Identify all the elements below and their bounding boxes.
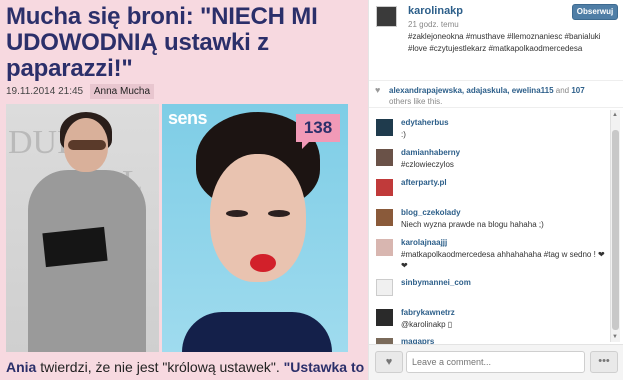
comment-user[interactable]: sinbymannei_com bbox=[401, 278, 471, 287]
avatar[interactable] bbox=[376, 6, 397, 27]
heart-icon: ♥ bbox=[385, 356, 393, 368]
comment-input[interactable] bbox=[406, 351, 585, 373]
screenshot: Mucha się broni: "NIECH MI UDOWODNIĄ ust… bbox=[0, 0, 623, 380]
comment-text: :) bbox=[401, 130, 406, 139]
more-icon: ••• bbox=[598, 355, 610, 367]
more-button[interactable]: ••• bbox=[590, 351, 618, 373]
post-caption: #zaklejoneokna #musthave #llemoznaniesc … bbox=[408, 32, 601, 53]
likers[interactable]: alexandrapajewska, adajaskula, ewelina11… bbox=[389, 86, 554, 95]
avatar[interactable] bbox=[376, 149, 393, 166]
comment-item: fabrykawnetrz @karolinakp ▯ bbox=[369, 308, 609, 339]
follow-button[interactable]: Obserwuj bbox=[572, 4, 618, 20]
likes-count[interactable]: 107 bbox=[571, 86, 584, 95]
lips-shape bbox=[250, 254, 276, 272]
avatar[interactable] bbox=[376, 119, 393, 136]
eye-shape bbox=[268, 210, 290, 217]
comments-scrollbar[interactable]: ▲ ▼ bbox=[610, 110, 620, 342]
likes-suffix: others like this. bbox=[389, 97, 443, 106]
comment-user[interactable]: fabrykawnetrz bbox=[401, 308, 455, 317]
comment-item: edytaherbus :) bbox=[369, 118, 609, 149]
clutch-bag-shape bbox=[42, 226, 108, 268]
avatar[interactable] bbox=[376, 279, 393, 296]
comment-text: @karolinakp ▯ bbox=[401, 320, 453, 329]
comment-count-badge[interactable]: 138 bbox=[296, 114, 340, 149]
comment-user[interactable]: karolajnaajjj bbox=[401, 238, 447, 247]
dress-shape bbox=[182, 312, 332, 352]
avatar[interactable] bbox=[376, 179, 393, 196]
post-header: karolinakp 21 godz. temu Obserwuj #zakle… bbox=[369, 0, 623, 80]
comment-item: damianhaberny #czlowieczylos bbox=[369, 148, 609, 179]
article-author-tag[interactable]: Anna Mucha bbox=[89, 84, 155, 99]
likes-bar: ♥ alexandrapajewska, adajaskula, ewelina… bbox=[369, 80, 623, 108]
like-button[interactable]: ♥ bbox=[375, 351, 403, 373]
teaser-bold-2: "Ustawka to bbox=[283, 359, 365, 375]
scroll-up-icon[interactable]: ▲ bbox=[612, 112, 618, 118]
article-panel: Mucha się broni: "NIECH MI UDOWODNIĄ ust… bbox=[0, 0, 368, 380]
article-photo-left[interactable]: DUR L R bbox=[6, 104, 159, 352]
instagram-panel: karolinakp 21 godz. temu Obserwuj #zakle… bbox=[368, 0, 623, 380]
article-teaser[interactable]: Ania twierdzi, że nie jest "królową usta… bbox=[6, 358, 366, 376]
article-headline[interactable]: Mucha się broni: "NIECH MI UDOWODNIĄ ust… bbox=[6, 4, 358, 82]
teaser-text: twierdzi, że nie jest "królową ustawek". bbox=[36, 359, 284, 375]
comment-user[interactable]: afterparty.pl bbox=[401, 178, 447, 187]
comment-bar: ♥ ••• bbox=[369, 344, 623, 380]
comment-user[interactable]: edytaherbus bbox=[401, 118, 449, 127]
comment-item: afterparty.pl bbox=[369, 178, 609, 209]
article-meta: 19.11.2014 21:45 Anna Mucha bbox=[6, 84, 155, 99]
comment-item: magaprs bbox=[369, 337, 609, 344]
comments-list: edytaherbus :) damianhaberny #czlowieczy… bbox=[369, 110, 623, 344]
avatar[interactable] bbox=[376, 209, 393, 226]
comment-text: #matkapolkaodmercedesa ahhahahaha #tag w… bbox=[401, 250, 605, 270]
eye-shape bbox=[226, 210, 248, 217]
comment-item: sinbymannei_com bbox=[369, 278, 609, 309]
comment-text: #czlowieczylos bbox=[401, 160, 454, 169]
teaser-bold-1: Ania bbox=[6, 359, 37, 375]
sens-logo: sens bbox=[168, 108, 208, 128]
likes-text: alexandrapajewska, adajaskula, ewelina11… bbox=[389, 85, 619, 107]
comment-user[interactable]: damianhaberny bbox=[401, 148, 460, 157]
sunglasses-shape bbox=[68, 140, 106, 150]
avatar[interactable] bbox=[376, 309, 393, 326]
post-time: 21 godz. temu bbox=[408, 20, 459, 29]
avatar[interactable] bbox=[376, 239, 393, 256]
scrollbar-thumb[interactable] bbox=[612, 130, 619, 330]
comment-user[interactable]: blog_czekolady bbox=[401, 208, 461, 217]
heart-icon: ♥ bbox=[375, 85, 381, 95]
scroll-down-icon[interactable]: ▼ bbox=[612, 334, 618, 340]
article-date: 19.11.2014 21:45 bbox=[6, 86, 84, 97]
comment-item: karolajnaajjj #matkapolkaodmercedesa ahh… bbox=[369, 238, 609, 278]
post-username[interactable]: karolinakp bbox=[408, 5, 463, 17]
comment-item: blog_czekolady Niech wyzna prawde na blo… bbox=[369, 208, 609, 239]
comment-user[interactable]: magaprs bbox=[401, 337, 434, 344]
likes-and: and bbox=[553, 86, 572, 95]
comment-text: Niech wyzna prawde na blogu hahaha ;) bbox=[401, 220, 544, 229]
